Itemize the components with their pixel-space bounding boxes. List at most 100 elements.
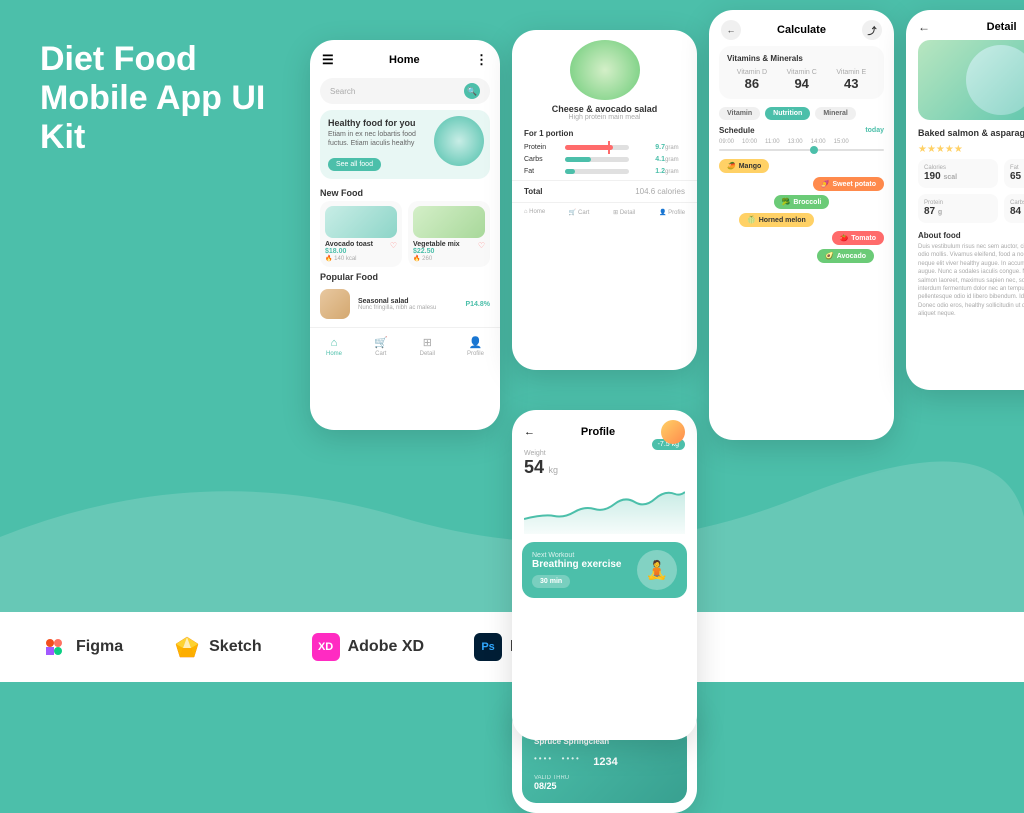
popular-price: P14.8% [465,301,490,308]
food-name: Cheese & avocado salad [512,104,697,114]
search-placeholder: Search [330,87,355,96]
total-value: 104.6 calories [635,187,685,196]
valid-date: 08/25 [534,781,675,791]
card-number: •••• •••• 1234 [534,754,675,769]
workout-info: Next Workout Breathing exercise 30 min [532,552,622,588]
tag-avocado[interactable]: 🥑 Avocado [817,249,874,263]
nutrient-carbs: Carbs 4.1 gram [524,156,685,163]
schedule-header: Schedule today [719,126,884,135]
weight-label: Weight [524,450,685,457]
detail-header: ← Detail ♡ [906,10,1024,40]
star-rating: ★★★★★ [906,144,1024,159]
nav-home-2[interactable]: ⌂ Home [524,209,545,216]
nav-cart[interactable]: 🛒 Cart [374,336,388,357]
figma-icon [40,633,68,661]
schedule-title: Schedule [719,126,755,135]
nav-home[interactable]: ⌂ Home [326,337,342,357]
today-label: today [865,127,884,134]
food-cal-0: 🔥 140 kcal [325,255,397,262]
tag-horned-melon[interactable]: 🍈 Horned melon [739,213,814,227]
cell-fat: Fat 65 g [1004,159,1024,188]
more-icon[interactable]: ⋮ [475,52,488,68]
tab-mineral[interactable]: Mineral [815,107,856,120]
screen-nutrition: Cheese & avocado salad High protein main… [512,30,697,370]
menu-icon[interactable]: ☰ [322,52,334,68]
screen-home: ☰ Home ⋮ Search 🔍 Healthy food for you E… [310,40,500,430]
heart-icon-1[interactable]: ♡ [478,241,485,250]
xd-label: Adobe XD [348,638,424,656]
food-card-1[interactable]: ♡ Vegetable mix $22.50 🔥 260 [408,201,490,267]
nutrient-protein: Protein 9.7 gram [524,144,685,151]
sched-sweet: 🍠 Sweet potato [719,177,884,191]
food-sub: High protein main meal [512,114,697,121]
fat-bar [565,169,575,174]
about-title: About food [918,231,1024,240]
portion-title: For 1 portion [524,129,685,138]
detail-back-btn[interactable]: ← [918,20,930,34]
food-cal-1: 🔥 260 [413,255,485,262]
profile-nav-icon: 👤 [469,336,483,349]
weight-display: 54 kg -7.5 kg [524,457,685,478]
tag-broccoli[interactable]: 🥦 Broccoli [774,195,830,209]
food-img-avocado [325,206,397,238]
popular-food-label: Popular Food [310,267,500,285]
weight-chart [524,484,685,534]
vitamin-d: Vitamin D 86 [737,69,767,91]
sched-broccoli: 🥦 Broccoli [719,195,884,209]
sched-horned: 🍈 Horned melon [739,213,884,227]
popular-food-img [320,289,350,319]
tool-figma: Figma [40,633,123,661]
calc-share-btn[interactable]: ⤴ [862,20,882,40]
new-food-label: New Food [310,183,500,201]
workout-card[interactable]: Next Workout Breathing exercise 30 min 🧘 [522,542,687,598]
weight-value: 54 [524,457,544,477]
tab-nutrition[interactable]: Nutrition [765,107,810,120]
vitamin-c: Vitamin C 94 [787,69,817,91]
nav-detail[interactable]: ⊞ Detail [420,336,435,357]
food-price-1: $22.50 [413,248,485,255]
ps-icon: Ps [474,633,502,661]
food-name-1: Vegetable mix [413,241,485,248]
tag-mango[interactable]: 🥭 Mango [719,159,769,173]
protein-bar-container [565,145,629,150]
bar-line [608,141,610,154]
nav-detail-2[interactable]: ⊞ Detail [613,209,635,216]
valid-section: VALID THRU 08/25 [534,775,675,791]
workout-label: Next Workout [532,552,622,559]
cell-calories: Calories 190 scal [918,159,998,188]
profile-title: Profile [581,426,615,438]
back-icon-profile[interactable]: ← [524,426,535,438]
hero-banner: Healthy food for you Etiam in ex nec lob… [320,110,490,179]
nav-profile-2[interactable]: 👤 Profile [659,209,685,216]
workout-image: 🧘 [637,550,677,590]
workout-time: 30 min [532,575,570,588]
nav-profile[interactable]: 👤 Profile [467,336,484,357]
screens-container: ☰ Home ⋮ Search 🔍 Healthy food for you E… [310,10,1014,607]
calc-title: Calculate [777,24,826,36]
cart-nav-icon: 🛒 [374,336,388,349]
calc-header: ← Calculate ⤴ [709,10,894,46]
nav-cart-2[interactable]: 🛒 Cart [569,209,589,216]
tag-tomato[interactable]: 🍅 Tomato [832,231,884,245]
heart-icon-0[interactable]: ♡ [390,241,397,250]
screen-profile: ← Profile Weight 54 kg -7.5 kg [512,410,697,740]
calc-back-btn[interactable]: ← [721,20,741,40]
search-button[interactable]: 🔍 [464,83,480,99]
search-bar[interactable]: Search 🔍 [320,78,490,104]
detail-food-name: Baked salmon & asparagus [906,128,1024,144]
food-name-0: Avocado toast [325,241,397,248]
tag-sweet-potato[interactable]: 🍠 Sweet potato [813,177,884,191]
home-header: ☰ Home ⋮ [310,40,500,74]
vitamins-title: Vitamins & Minerals [727,54,876,63]
tab-vitamin[interactable]: Vitamin [719,107,760,120]
tool-sketch: Sketch [173,633,261,661]
hero-title: Healthy food for you [328,118,428,128]
bottom-nav: ⌂ Home 🛒 Cart ⊞ Detail 👤 Profile [310,327,500,362]
popular-item-0[interactable]: Seasonal salad Nunc fringilla, nibh ac m… [310,285,500,323]
weight-unit: kg [548,465,558,475]
screen-detail: ← Detail ♡ Baked salmon & asparagus ★★★★… [906,10,1024,390]
see-all-btn[interactable]: See all food [328,158,381,171]
nutrition-grid: Calories 190 scal Fat 65 g Protein 87 g [906,159,1024,231]
valid-label: VALID THRU [534,775,675,781]
food-card-0[interactable]: ♡ Avocado toast $18.00 🔥 140 kcal [320,201,402,267]
